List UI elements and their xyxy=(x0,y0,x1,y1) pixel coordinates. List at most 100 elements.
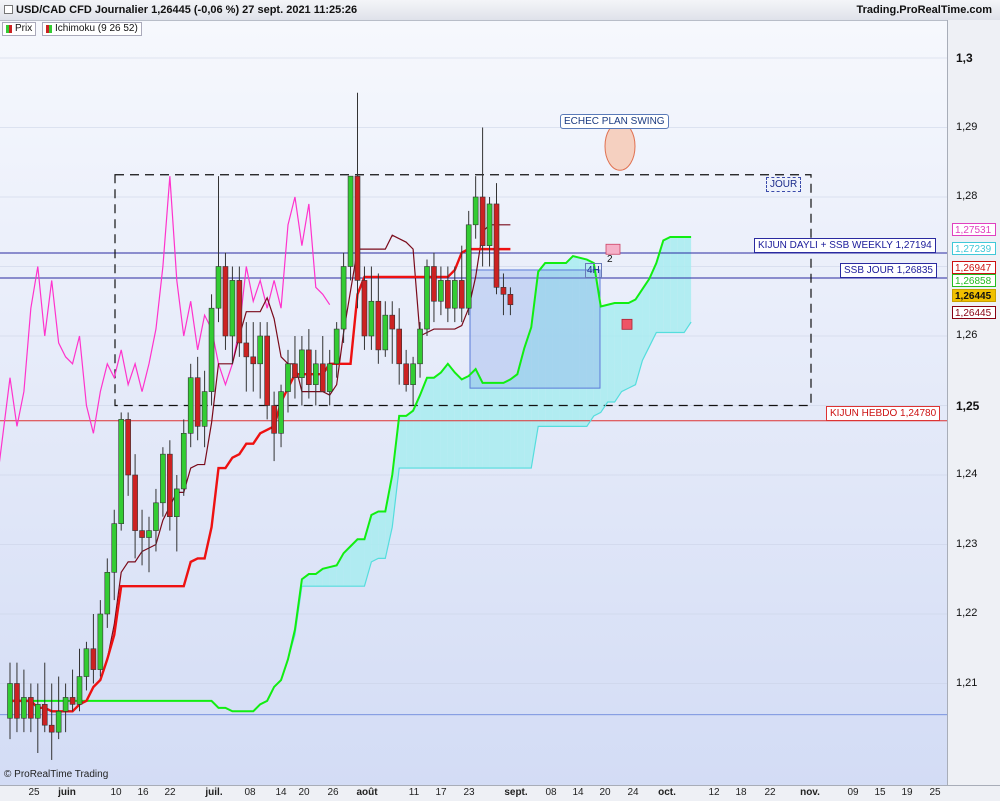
candle-body xyxy=(389,314,396,330)
candle-body xyxy=(160,453,166,504)
candle-body xyxy=(28,697,34,719)
kumo-segment xyxy=(628,299,636,389)
price-tag: 1,26947 xyxy=(952,261,996,274)
candle-body xyxy=(299,349,305,378)
candle-body xyxy=(396,328,403,365)
time-axis-label: 22 xyxy=(164,787,176,798)
kumo-segment xyxy=(440,363,448,469)
candle-body xyxy=(243,342,250,358)
candle-body xyxy=(167,453,173,517)
legend-price[interactable]: Prix xyxy=(2,22,37,36)
price-tag: 1,27239 xyxy=(952,242,996,255)
time-axis-label: sept. xyxy=(504,787,528,798)
price-tag: 1,26445 xyxy=(952,306,996,319)
time-axis-label: août xyxy=(356,787,378,798)
time-axis-label: nov. xyxy=(800,787,820,798)
price-axis-label: 1,23 xyxy=(956,537,978,550)
candle-body xyxy=(326,363,333,392)
kumo-segment xyxy=(496,382,504,469)
candle-body xyxy=(97,613,104,670)
candle-body xyxy=(111,523,118,573)
annotation-two: 2 xyxy=(607,254,613,265)
price-axis-label: 1,28 xyxy=(956,190,978,202)
price-tag: 1,26445 xyxy=(952,289,996,302)
price-chart[interactable] xyxy=(0,20,947,785)
candle-body xyxy=(347,175,354,267)
candle-body xyxy=(132,474,138,531)
time-axis-label: 26 xyxy=(327,787,339,798)
title-bar: USD/CAD CFD Journalier 1,26445 (-0,06 %)… xyxy=(0,0,1000,21)
candle-body xyxy=(319,363,326,392)
candle-body xyxy=(14,683,20,719)
candle-body xyxy=(486,203,493,246)
kumo-segment xyxy=(447,363,455,469)
candle-body xyxy=(201,391,208,427)
kumo-segment xyxy=(399,415,407,469)
candle-body xyxy=(222,266,229,337)
time-axis[interactable]: 25 juin 10 16 22 juil. 08 14 20 26 août 11 17 23 sept.… xyxy=(0,785,1000,801)
candle-body xyxy=(76,676,83,705)
indicator-legend: Prix Ichimoku (9 26 52) xyxy=(0,21,160,37)
candle-body xyxy=(34,704,41,719)
time-axis-label: 10 xyxy=(110,787,122,798)
annotation-echec-plan-swing: ECHEC PLAN SWING xyxy=(560,114,669,129)
time-axis-label: 14 xyxy=(275,787,287,798)
legend-ichimoku-label: Ichimoku (9 26 52) xyxy=(55,23,138,34)
legend-ichimoku[interactable]: Ichimoku (9 26 52) xyxy=(42,22,142,36)
time-axis-label: juin xyxy=(58,787,76,798)
time-axis-label: 22 xyxy=(764,787,776,798)
kumo-segment xyxy=(433,372,441,469)
time-axis-label: 08 xyxy=(545,787,557,798)
time-axis-label: 20 xyxy=(599,787,611,798)
candle-body xyxy=(479,196,486,246)
kumo-segment xyxy=(371,511,379,562)
candle-body xyxy=(236,280,243,344)
candle-body xyxy=(215,266,222,309)
failure-ellipse xyxy=(604,121,636,171)
candle-body xyxy=(125,419,131,476)
candle-body xyxy=(333,328,340,365)
candle-body xyxy=(194,377,201,427)
price-axis-label: 1,26 xyxy=(956,329,978,341)
checkbox-icon[interactable] xyxy=(4,5,13,14)
time-axis-label: 16 xyxy=(137,787,149,798)
annotation-4h: 4H xyxy=(585,263,602,278)
candle-body xyxy=(7,683,13,719)
site-name: Trading.ProRealTime.com xyxy=(856,4,992,16)
candle-body xyxy=(375,300,382,351)
candle-body xyxy=(229,280,236,337)
kumo-segment xyxy=(684,236,692,333)
candle-body xyxy=(431,266,437,302)
stop-marker xyxy=(621,318,633,330)
candle-body xyxy=(83,648,90,677)
copyright: © ProRealTime Trading xyxy=(4,769,109,780)
kumo-segment xyxy=(461,375,469,469)
time-axis-label: 25 xyxy=(929,787,941,798)
time-axis-label: 19 xyxy=(901,787,913,798)
candle-body xyxy=(62,697,69,712)
time-axis-label: 20 xyxy=(298,787,310,798)
candle-body xyxy=(361,280,368,337)
kumo-segment xyxy=(482,382,490,469)
candle-body xyxy=(278,391,284,434)
candle-body xyxy=(312,363,319,385)
candle-body xyxy=(21,697,27,719)
price-tag: 1,27531 xyxy=(952,223,996,236)
kumo-segment xyxy=(322,567,330,587)
kumo-segment xyxy=(329,565,337,587)
price-axis[interactable]: 1,31,291,281,271,261,251,241,231,221,21 xyxy=(947,20,1000,785)
kumo-segment xyxy=(670,236,678,333)
candle-body xyxy=(90,648,97,670)
price-axis-label: 1,24 xyxy=(956,468,978,480)
candle-body xyxy=(507,293,514,306)
candle-body xyxy=(146,530,152,538)
price-axis-label: 1,25 xyxy=(956,398,980,413)
candle-body xyxy=(500,287,507,295)
candle-body xyxy=(292,363,298,378)
kumo-segment xyxy=(406,410,414,469)
annotation-kijun-daily: KIJUN DAYLI + SSB WEEKLY 1,27194 xyxy=(754,238,936,253)
annotation-jour: JOUR xyxy=(766,177,802,192)
time-axis-label: 17 xyxy=(435,787,447,798)
candle-body xyxy=(458,280,465,309)
time-axis-label: oct. xyxy=(658,787,676,798)
